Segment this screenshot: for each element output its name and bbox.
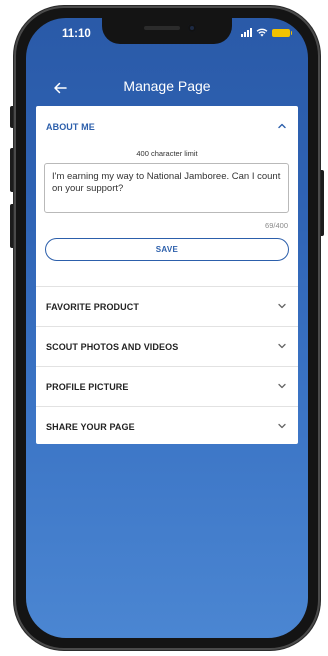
- chevron-down-icon: [278, 303, 286, 309]
- scout-photos-section: SCOUT PHOTOS AND VIDEOS: [36, 327, 298, 367]
- save-button[interactable]: SAVE: [45, 238, 289, 261]
- notch: [102, 18, 232, 44]
- chevron-down-icon: [278, 423, 286, 429]
- about-me-header[interactable]: ABOUT ME: [36, 106, 298, 146]
- chevron-down-icon: [278, 383, 286, 389]
- favorite-product-section: FAVORITE PRODUCT: [36, 287, 298, 327]
- section-title: SCOUT PHOTOS AND VIDEOS: [46, 342, 179, 352]
- scout-photos-header[interactable]: SCOUT PHOTOS AND VIDEOS: [36, 327, 298, 367]
- character-count: 69/400: [265, 221, 288, 230]
- battery-icon: [272, 28, 292, 37]
- status-time: 11:10: [62, 28, 91, 40]
- front-camera: [188, 24, 196, 32]
- page-title: Manage Page: [123, 78, 211, 94]
- device-mockup: 11:10 Manage Page ABOUT ME 400 character…: [0, 0, 328, 656]
- nav-bar: Manage Page: [26, 76, 308, 100]
- favorite-product-header[interactable]: FAVORITE PRODUCT: [36, 287, 298, 327]
- profile-picture-header[interactable]: PROFILE PICTURE: [36, 367, 298, 407]
- settings-card: ABOUT ME 400 character limit I'm earning…: [36, 106, 298, 444]
- share-page-header[interactable]: SHARE YOUR PAGE: [36, 407, 298, 447]
- section-title: PROFILE PICTURE: [46, 382, 129, 392]
- speaker-grille: [144, 26, 180, 30]
- character-limit-note: 400 character limit: [136, 149, 198, 158]
- chevron-up-icon: [278, 123, 286, 129]
- about-me-textarea[interactable]: I'm earning my way to National Jamboree.…: [44, 163, 289, 213]
- status-icons: [241, 28, 292, 37]
- cellular-signal-icon: [241, 28, 252, 37]
- about-me-title: ABOUT ME: [46, 122, 95, 132]
- wifi-icon: [256, 28, 268, 37]
- phone-screen: 11:10 Manage Page ABOUT ME 400 character…: [26, 18, 308, 638]
- about-me-section: ABOUT ME 400 character limit I'm earning…: [36, 106, 298, 287]
- section-title: FAVORITE PRODUCT: [46, 302, 139, 312]
- section-title: SHARE YOUR PAGE: [46, 422, 135, 432]
- profile-picture-section: PROFILE PICTURE: [36, 367, 298, 407]
- share-page-section: SHARE YOUR PAGE: [36, 407, 298, 446]
- chevron-down-icon: [278, 343, 286, 349]
